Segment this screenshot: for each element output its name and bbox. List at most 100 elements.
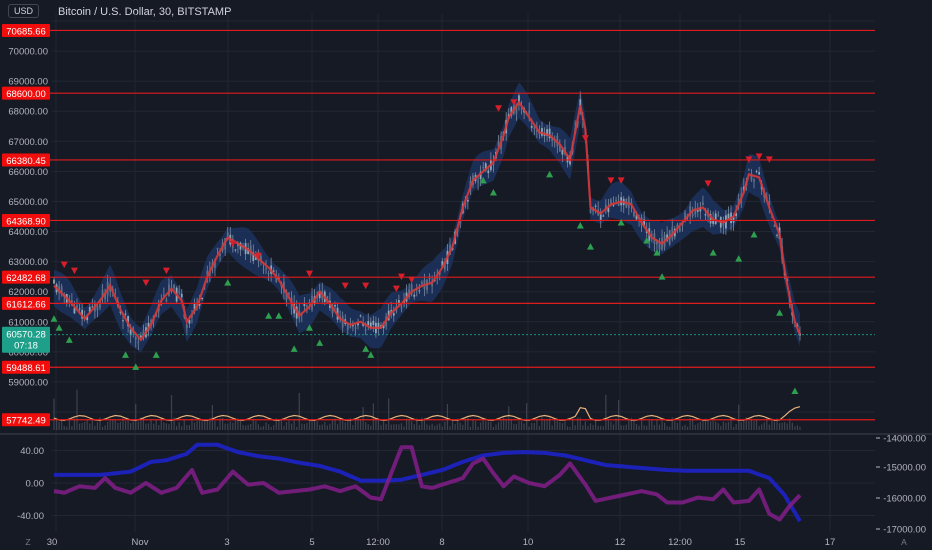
volume-bar	[799, 426, 801, 430]
candle-body	[602, 215, 605, 217]
price-tick-label: 63000.00	[8, 257, 48, 268]
time-axis-label: 12:00	[668, 537, 692, 548]
candle-body	[615, 200, 617, 202]
buy-signal-marker	[224, 279, 232, 286]
price-tick-label: 64000.00	[8, 227, 48, 238]
volume-bar	[418, 424, 420, 430]
volume-bar	[451, 420, 454, 430]
volume-bar	[564, 421, 566, 430]
volume-bar	[520, 421, 523, 430]
volume-bar	[313, 419, 316, 430]
candle-body	[755, 171, 758, 173]
signal-markers	[50, 99, 799, 394]
buy-signal-marker	[55, 324, 63, 331]
volume-bar	[526, 403, 528, 430]
indicator-pane: 40.00 0.00 -40.00 -14000.00 -15000.00 -16000.…	[17, 434, 926, 536]
volume-bar	[556, 419, 558, 430]
volume-bar	[316, 421, 318, 430]
buy-signal-marker	[489, 188, 497, 196]
volume-bar	[321, 424, 323, 430]
level-label: 59488.61	[6, 363, 46, 374]
volume-bar	[607, 420, 609, 430]
candle-body	[392, 313, 395, 316]
volume-bar	[229, 421, 231, 430]
volume-bar	[735, 424, 737, 430]
volume-bar	[145, 423, 147, 430]
volume-bar	[257, 424, 259, 430]
volume-bar	[439, 423, 441, 430]
candle-body	[165, 299, 168, 302]
volume-bar	[252, 419, 254, 430]
candle-body	[400, 306, 403, 309]
volume-bar	[76, 389, 78, 430]
volume-bar	[324, 421, 326, 430]
time-axis-label: 15	[735, 537, 746, 548]
trading-chart[interactable]: 70685.66 68600.00 66380.45 64368.90 62482.68…	[0, 0, 932, 550]
volume-bar	[676, 422, 678, 430]
volume-bars	[53, 389, 801, 430]
volume-bar	[311, 419, 313, 430]
volume-bar	[178, 422, 180, 430]
candle-body	[748, 169, 750, 171]
volume-bar	[290, 423, 293, 430]
candle-body	[758, 172, 761, 175]
volume-bar	[339, 419, 341, 430]
time-axis-label: 8	[439, 537, 444, 548]
volume-bar	[245, 425, 247, 430]
volume-bar	[459, 422, 461, 430]
volume-ma-line	[53, 406, 801, 422]
candle-body	[122, 320, 124, 322]
volume-bar	[791, 422, 793, 430]
volume-bar	[280, 418, 282, 430]
volume-bar	[582, 425, 584, 430]
buy-signal-marker	[576, 222, 584, 229]
volume-bar	[199, 419, 201, 430]
level-label: 64368.90	[6, 216, 46, 227]
volume-bar	[441, 426, 443, 430]
volume-bar	[153, 423, 155, 430]
volume-bar	[132, 421, 134, 430]
volume-bar	[671, 417, 673, 430]
price-tick-label: 65000.00	[8, 197, 48, 208]
volume-bar	[559, 422, 561, 430]
candle-body	[96, 306, 99, 311]
volume-bar	[597, 425, 599, 430]
volume-bar	[605, 394, 607, 430]
sell-signal-marker	[70, 267, 78, 275]
grid	[52, 14, 875, 532]
volume-bar	[395, 424, 397, 430]
buy-signal-marker	[587, 243, 595, 250]
candle-body	[589, 208, 592, 213]
volume-bar	[663, 422, 666, 430]
price-tick-label: 62000.00	[8, 287, 48, 298]
volume-bar	[561, 423, 564, 430]
candle-body	[303, 303, 306, 306]
price-tick-label: 68000.00	[8, 107, 48, 118]
volume-bar	[104, 425, 106, 430]
volume-bar	[227, 423, 229, 430]
volume-bar	[408, 419, 410, 430]
volume-bar	[114, 420, 116, 430]
volume-bar	[487, 421, 489, 430]
volume-bar	[778, 423, 781, 430]
volume-bar	[234, 420, 236, 430]
volume-bar	[206, 419, 208, 430]
candle-body	[776, 234, 778, 236]
volume-bar	[635, 423, 638, 430]
volume-bar	[684, 424, 686, 430]
volume-bar	[641, 419, 643, 430]
volume-bar	[589, 423, 592, 430]
candle-body	[288, 292, 290, 294]
volume-bar	[651, 419, 653, 430]
indicator-left-tick: 0.00	[26, 479, 45, 490]
volume-bar	[666, 426, 668, 430]
volume-bar	[155, 419, 157, 430]
volume-bar	[653, 424, 655, 430]
indicator-right-tick: -14000.00	[883, 434, 926, 445]
volume-bar	[781, 422, 783, 430]
volume-bar	[523, 423, 525, 430]
volume-bar	[638, 425, 640, 430]
volume-bar	[536, 419, 538, 430]
volume-bar	[720, 426, 722, 430]
volume-bar	[495, 424, 497, 430]
